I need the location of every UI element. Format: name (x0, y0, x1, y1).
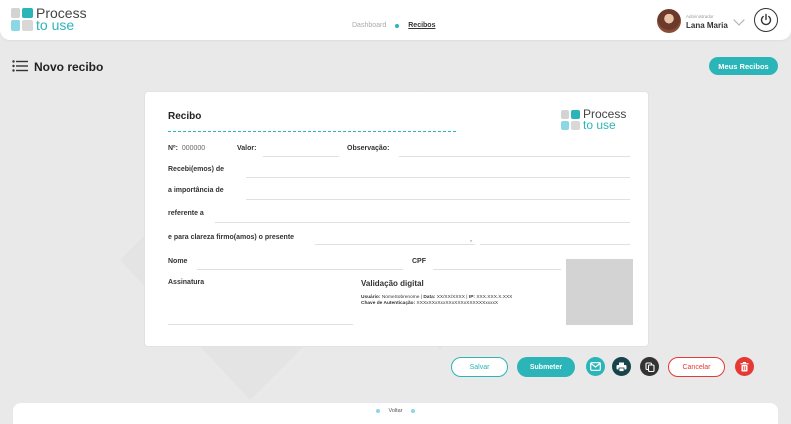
number-value: 000000 (181, 145, 206, 152)
footer-dot (376, 409, 381, 413)
comma-text: , (470, 236, 472, 243)
qr-code-placeholder (566, 259, 633, 325)
assinatura-line[interactable] (168, 324, 353, 325)
receipt-card: Recibo Process to use Nº: 000000 Valor: … (144, 91, 649, 347)
recebi-label: Recebi(emos) de (168, 166, 225, 173)
receipt-logo: Process to use (561, 108, 626, 132)
meus-recibos-button[interactable]: Meus Recibos (709, 57, 778, 75)
footer-dot (410, 409, 415, 413)
trash-icon (740, 361, 749, 371)
chave-label: Chave de Autenticação: (361, 301, 416, 306)
ip-label: IP: (468, 295, 476, 300)
user-menu[interactable]: Administrador Lana Maria (657, 9, 745, 33)
email-button[interactable] (586, 357, 605, 376)
save-button[interactable]: Salvar (451, 357, 508, 377)
power-icon (760, 13, 772, 26)
receipt-title: Recibo (168, 111, 202, 122)
ip-value: XXX.XXX.X.XXX (476, 295, 513, 300)
top-header: Process to use Dashboard Recibos Adminis… (0, 0, 791, 40)
user-name: Lana Maria (686, 21, 728, 30)
clareza-input[interactable] (315, 244, 475, 245)
title-divider (168, 131, 456, 132)
chave-value: XXXxXXxXxxXXxXXXxXXXXXXxxxxX (416, 301, 499, 306)
power-button[interactable] (754, 8, 778, 32)
data-label: Data: (423, 295, 436, 300)
valor-label: Valor: (237, 145, 257, 152)
valor-input[interactable] (263, 156, 339, 157)
observacao-input[interactable] (399, 156, 630, 157)
usuario-value: NomeSobrenome (381, 295, 420, 300)
usuario-label: Usuário: (361, 295, 381, 300)
mail-icon (590, 362, 601, 371)
digital-validation-info: Usuário: NomeSobrenome | Data: XX/XX/XXX… (361, 295, 513, 306)
data-value: XX/XX/XXXX (436, 295, 465, 300)
number-field: Nº: 000000 (168, 145, 205, 152)
submit-button[interactable]: Submeter (517, 357, 575, 377)
main-nav: Dashboard Recibos (352, 22, 435, 29)
importancia-input[interactable] (246, 199, 630, 200)
clareza-label: e para clareza firmo(amos) o presente (168, 234, 295, 241)
nav-dashboard[interactable]: Dashboard (352, 22, 386, 29)
page-title: Novo recibo (34, 60, 104, 74)
footer-bar: Voltar (13, 403, 778, 424)
copy-button[interactable] (640, 357, 659, 376)
nav-recibos[interactable]: Recibos (408, 22, 435, 29)
back-link[interactable]: Voltar (388, 408, 402, 414)
cpf-label: CPF (412, 258, 426, 265)
assinatura-label: Assinatura (168, 279, 205, 286)
validacao-label: Validação digital (361, 279, 424, 288)
importancia-label: a importância de (168, 187, 224, 194)
logo-mark-icon (11, 7, 33, 31)
referente-input[interactable] (215, 222, 630, 223)
nome-label: Nome (168, 258, 188, 265)
logo-mark-icon (561, 110, 580, 130)
copy-icon (644, 361, 655, 372)
list-menu-icon[interactable] (12, 60, 28, 72)
cancel-button[interactable]: Cancelar (668, 357, 725, 377)
observacao-label: Observação: (347, 145, 390, 152)
chevron-down-icon[interactable] (734, 16, 745, 27)
cpf-input[interactable] (433, 269, 561, 270)
print-button[interactable] (612, 357, 631, 376)
nome-input[interactable] (197, 269, 403, 270)
delete-button[interactable] (735, 357, 754, 376)
number-label: Nº: (168, 145, 178, 152)
avatar[interactable] (657, 9, 681, 33)
receipt-logo-to-use: to use (583, 118, 616, 132)
date-input[interactable] (480, 244, 630, 245)
printer-icon (616, 362, 627, 372)
recebi-input[interactable] (246, 177, 630, 178)
nav-separator-dot (395, 23, 400, 28)
app-logo[interactable]: Process to use (11, 6, 87, 32)
referente-label: referente a (168, 210, 204, 217)
user-role: Administrador (686, 14, 714, 19)
